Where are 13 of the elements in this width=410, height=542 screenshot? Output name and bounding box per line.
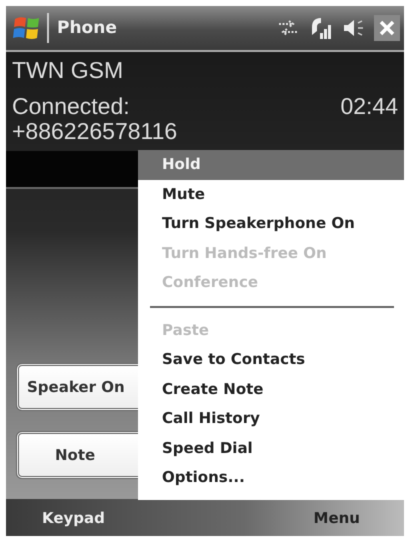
menu-item[interactable]: Turn Speakerphone On <box>138 209 404 238</box>
speaker-icon[interactable] <box>342 17 366 39</box>
softkey[interactable]: Keypad <box>42 508 105 526</box>
menu-item[interactable]: Mute <box>138 180 404 209</box>
menu-item[interactable]: Hold <box>138 150 404 180</box>
window-title: Phone <box>57 18 117 38</box>
network-name: TWN GSM <box>12 56 124 84</box>
call-timer: 02:44 <box>340 92 398 120</box>
call-status: Connected: <box>12 92 130 120</box>
close-icon[interactable] <box>374 15 400 41</box>
connectivity-icon[interactable] <box>276 18 300 38</box>
phone-number: +886226578116 <box>12 117 178 145</box>
softkey[interactable]: Menu <box>314 508 360 526</box>
